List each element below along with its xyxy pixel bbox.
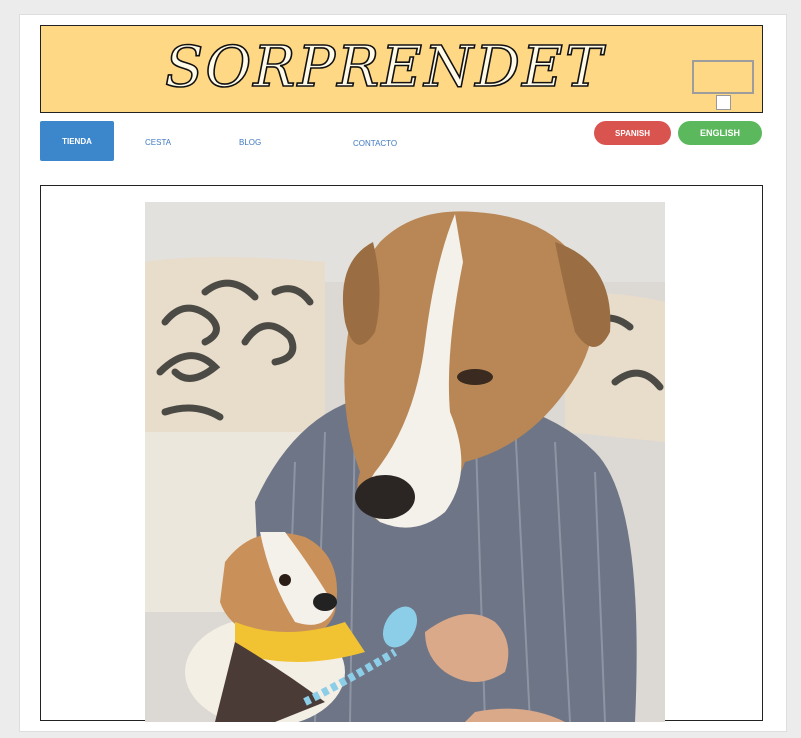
nav-item-contacto[interactable]: CONTACTO [353, 139, 397, 148]
site-header: SORPRENDET [40, 25, 763, 113]
photo-icon [145, 202, 665, 722]
nav-item-blog[interactable]: BLOG [239, 138, 261, 147]
placeholder-handle [716, 95, 731, 110]
english-button[interactable]: ENGLISH [678, 121, 762, 145]
broken-image-placeholder [692, 60, 754, 94]
spanish-button[interactable]: SPANISH [594, 121, 671, 145]
site-logo[interactable]: SORPRENDET [164, 30, 603, 106]
nav-item-cesta[interactable]: CESTA [145, 138, 171, 147]
nav-item-tienda[interactable]: TIENDA [40, 121, 114, 161]
page-container: SORPRENDET TIENDA CESTA BLOG CONTACTO SP… [19, 14, 787, 732]
content-frame [40, 185, 763, 722]
